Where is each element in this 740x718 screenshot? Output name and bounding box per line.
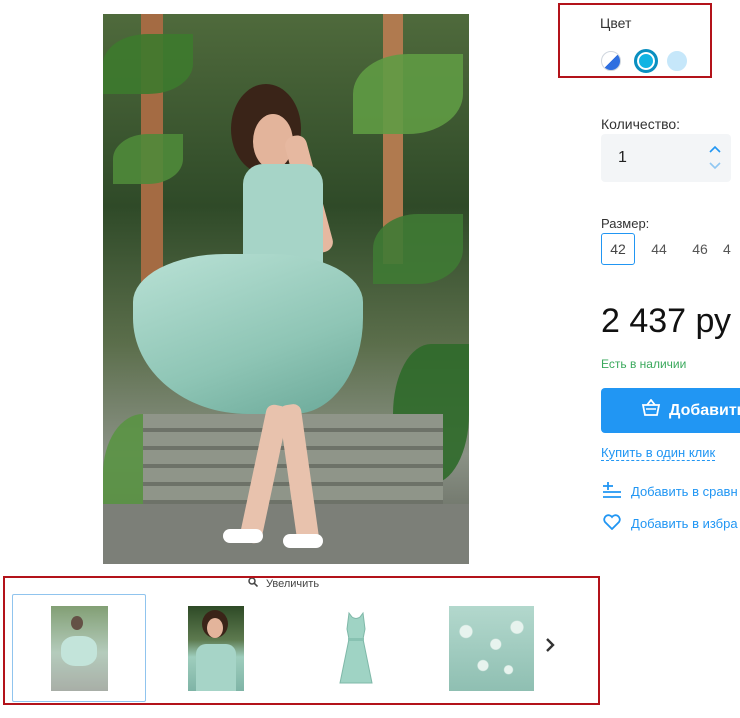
- quantity-label: Количество:: [601, 116, 681, 132]
- thumbnail-3[interactable]: [333, 606, 379, 691]
- buy-one-click-link[interactable]: Купить в один клик: [601, 445, 716, 461]
- add-to-compare-link[interactable]: Добавить в сравн: [603, 482, 738, 501]
- photo-shoe: [283, 534, 323, 548]
- main-product-image[interactable]: [103, 14, 469, 564]
- add-to-cart-label: Добавить: [669, 401, 740, 419]
- size-option-42[interactable]: 42: [601, 233, 635, 265]
- lace-detail: [449, 606, 534, 691]
- color-swatch-blue-white[interactable]: [601, 51, 621, 71]
- chevron-down-icon[interactable]: [709, 160, 721, 172]
- photo-leaf: [373, 214, 463, 284]
- photo-dress-skirt: [133, 254, 363, 414]
- stock-status: Есть в наличии: [601, 357, 687, 371]
- product-page: Цвет Количество: 1 Размер: 42 44 46 4 2 …: [0, 0, 740, 718]
- compare-label: Добавить в сравн: [631, 484, 738, 499]
- dress-icon: [339, 611, 373, 684]
- color-swatch-cyan-selected[interactable]: [634, 49, 658, 73]
- thumbnail-2[interactable]: [188, 606, 244, 691]
- quantity-value[interactable]: 1: [618, 149, 627, 167]
- thumb-figure-dress: [196, 644, 236, 691]
- color-label: Цвет: [600, 15, 632, 31]
- chevron-right-icon[interactable]: [544, 636, 556, 659]
- thumb-figure-dress: [61, 636, 97, 666]
- size-option-4x[interactable]: 4: [723, 233, 740, 265]
- compare-icon: [603, 482, 623, 501]
- add-to-cart-button[interactable]: Добавить: [601, 388, 740, 433]
- thumbnail-1[interactable]: [51, 606, 108, 691]
- size-label: Размер:: [601, 216, 650, 231]
- thumb-figure-head: [71, 616, 83, 630]
- product-price: 2 437 ру: [601, 302, 732, 340]
- favorites-label: Добавить в избра: [631, 516, 738, 531]
- size-option-46[interactable]: 46: [683, 233, 717, 265]
- photo-leaf: [103, 34, 193, 94]
- chevron-up-icon[interactable]: [709, 143, 721, 155]
- photo-leaf: [353, 54, 463, 134]
- heart-icon: [603, 514, 623, 533]
- basket-icon: [641, 398, 661, 422]
- photo-leaf: [113, 134, 183, 184]
- size-option-44[interactable]: 44: [642, 233, 676, 265]
- thumbnail-4[interactable]: [449, 606, 534, 691]
- thumb-figure-face: [207, 618, 223, 638]
- add-to-favorites-link[interactable]: Добавить в избра: [603, 514, 738, 533]
- color-swatch-light-blue[interactable]: [667, 51, 687, 71]
- photo-shoe: [223, 529, 263, 543]
